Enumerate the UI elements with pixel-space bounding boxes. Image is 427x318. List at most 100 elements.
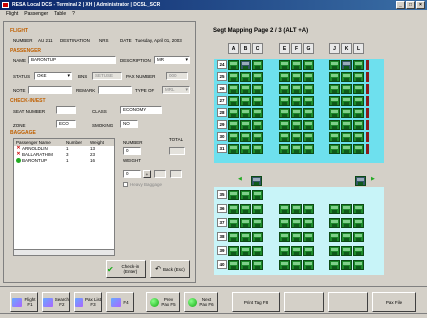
seat[interactable] [228, 190, 239, 200]
seat[interactable] [341, 246, 352, 256]
prev-pax-button[interactable]: Prev Pax F5 [146, 292, 180, 312]
seat[interactable] [303, 84, 314, 94]
seat[interactable] [329, 132, 340, 142]
seat[interactable] [341, 132, 352, 142]
close-button[interactable]: × [416, 1, 425, 9]
seat[interactable] [329, 108, 340, 118]
seat[interactable] [353, 204, 364, 214]
seat[interactable] [252, 246, 263, 256]
seat[interactable] [228, 96, 239, 106]
seat[interactable] [240, 120, 251, 130]
seat[interactable] [353, 120, 364, 130]
seat[interactable] [228, 72, 239, 82]
bag-number-field[interactable]: 0 [123, 147, 141, 155]
seat[interactable] [228, 246, 239, 256]
column-header[interactable]: Number [64, 139, 88, 146]
back-button[interactable]: ↶ Back (Esc) [150, 260, 190, 278]
seat[interactable] [228, 232, 239, 242]
seat[interactable] [291, 120, 302, 130]
checkin-button[interactable]: ✔ Check-in (Enter) [106, 260, 146, 278]
type-of-select[interactable]: MRL [162, 86, 190, 94]
search-button[interactable]: Search F2 [42, 292, 70, 312]
seat[interactable] [279, 246, 290, 256]
seat[interactable] [252, 84, 263, 94]
seat[interactable] [341, 120, 352, 130]
minimize-button[interactable]: _ [396, 1, 405, 9]
table-row[interactable]: BARONTUP 1 16 [14, 158, 114, 164]
seat[interactable] [252, 120, 263, 130]
seat[interactable] [291, 260, 302, 270]
maximize-button[interactable]: □ [406, 1, 415, 9]
seat[interactable] [228, 60, 239, 70]
seat[interactable] [341, 260, 352, 270]
seat[interactable] [303, 60, 314, 70]
seat[interactable] [228, 144, 239, 154]
seat[interactable] [228, 108, 239, 118]
seat[interactable] [279, 96, 290, 106]
menu-help[interactable]: ? [72, 10, 75, 19]
seat[interactable] [353, 96, 364, 106]
empty-button-1[interactable] [284, 292, 324, 312]
seat[interactable] [252, 108, 263, 118]
seat[interactable] [252, 204, 263, 214]
column-header[interactable]: Weight [88, 139, 110, 146]
left-arrow-icon[interactable]: ◀ [238, 176, 252, 186]
seat[interactable] [341, 232, 352, 242]
seat[interactable] [291, 84, 302, 94]
seat[interactable] [303, 246, 314, 256]
seat[interactable] [329, 72, 340, 82]
seat[interactable] [353, 218, 364, 228]
column-header[interactable]: Passenger Name [14, 139, 64, 146]
f4-button[interactable]: F4 [106, 292, 134, 312]
seat[interactable] [353, 72, 364, 82]
flight-button[interactable]: Flight F1 [10, 292, 38, 312]
seat[interactable] [341, 218, 352, 228]
menu-table[interactable]: Table [54, 10, 66, 19]
seat[interactable] [279, 60, 290, 70]
seat[interactable] [353, 144, 364, 154]
seat[interactable] [291, 96, 302, 106]
seat[interactable] [228, 218, 239, 228]
seat[interactable] [303, 120, 314, 130]
menu-flight[interactable]: Flight [6, 10, 18, 19]
seat[interactable] [329, 246, 340, 256]
seat[interactable] [291, 232, 302, 242]
seat[interactable] [279, 84, 290, 94]
seat[interactable] [252, 232, 263, 242]
seat[interactable] [341, 60, 352, 70]
seat[interactable] [240, 190, 251, 200]
seat[interactable] [279, 218, 290, 228]
pax-file-button[interactable]: Pax File [372, 292, 416, 312]
seat[interactable] [228, 204, 239, 214]
seat[interactable] [341, 72, 352, 82]
seat[interactable] [228, 132, 239, 142]
seat[interactable] [228, 120, 239, 130]
seat[interactable] [291, 108, 302, 118]
seat[interactable] [240, 232, 251, 242]
seat[interactable] [303, 96, 314, 106]
seat[interactable] [291, 204, 302, 214]
seat[interactable] [329, 60, 340, 70]
seat[interactable] [291, 144, 302, 154]
seat[interactable] [329, 96, 340, 106]
seat[interactable] [303, 108, 314, 118]
seat[interactable] [353, 260, 364, 270]
remark-field[interactable] [98, 86, 132, 94]
seat[interactable] [341, 84, 352, 94]
seat[interactable] [353, 132, 364, 142]
seat[interactable] [353, 84, 364, 94]
seat[interactable] [279, 204, 290, 214]
seat[interactable] [240, 84, 251, 94]
seat[interactable] [279, 108, 290, 118]
seat[interactable] [240, 218, 251, 228]
seat[interactable] [329, 120, 340, 130]
seat[interactable] [291, 72, 302, 82]
seat[interactable] [341, 144, 352, 154]
empty-button-2[interactable] [328, 292, 368, 312]
seat[interactable] [240, 96, 251, 106]
seat[interactable] [291, 60, 302, 70]
seat[interactable] [353, 246, 364, 256]
seat[interactable] [329, 218, 340, 228]
table-scrollbar[interactable] [13, 249, 115, 256]
seat[interactable] [303, 72, 314, 82]
